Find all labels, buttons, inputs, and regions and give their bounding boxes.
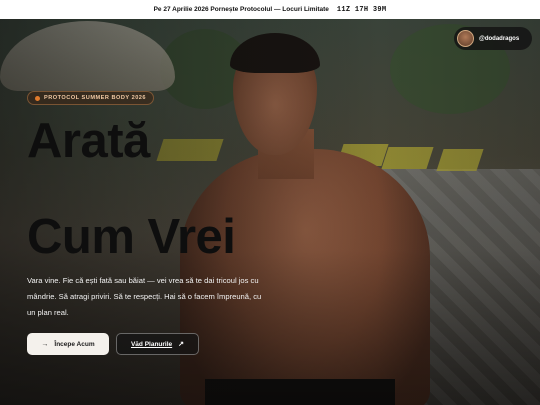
hero-title-line-1: Arată bbox=[27, 114, 150, 168]
hero-title-line-2: Cum Vrei bbox=[27, 210, 236, 264]
instagram-handle: @dodadragos bbox=[479, 35, 520, 42]
instagram-handle-chip[interactable]: @dodadragos bbox=[454, 27, 532, 50]
start-now-button[interactable]: → Începe Acum bbox=[27, 333, 109, 355]
arrow-right-icon: → bbox=[41, 340, 49, 348]
hero-lead-text: Vara vine. Fie că ești fată sau băiat — … bbox=[27, 276, 262, 317]
program-badge: PROTOCOL SUMMER BODY 2026 bbox=[27, 91, 155, 105]
arrow-up-right-icon: ↗ bbox=[178, 341, 185, 348]
badge-label: PROTOCOL SUMMER BODY 2026 bbox=[44, 95, 147, 101]
announcement-bar: Pe 27 Aprilie 2026 Pornește Protocolul —… bbox=[0, 0, 540, 19]
announcement-text: Pe 27 Aprilie 2026 Pornește Protocolul —… bbox=[153, 6, 329, 13]
status-dot-icon bbox=[35, 95, 40, 101]
countdown-timer: 11Z 17H 39M bbox=[336, 5, 387, 14]
start-now-label: Începe Acum bbox=[54, 340, 95, 348]
view-plans-label: Văd Planurile bbox=[130, 340, 173, 348]
avatar bbox=[457, 30, 474, 47]
view-plans-button[interactable]: Văd Planurile ↗ bbox=[116, 333, 199, 355]
